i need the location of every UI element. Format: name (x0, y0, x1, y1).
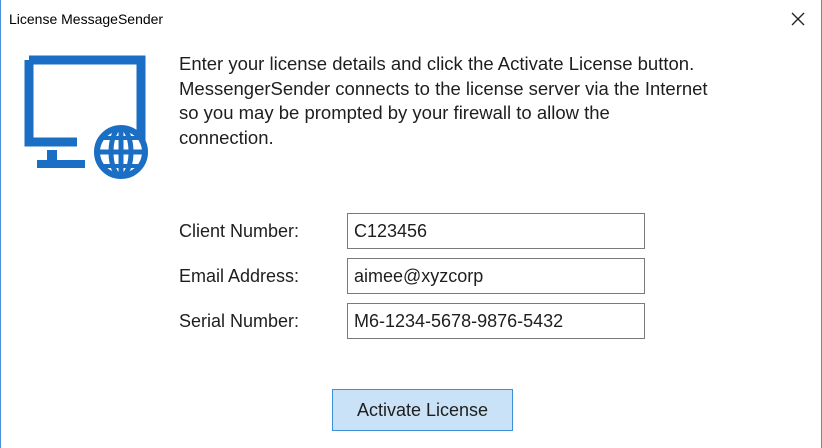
email-address-label: Email Address: (179, 266, 300, 286)
activate-license-button[interactable]: Activate License (332, 389, 513, 431)
license-dialog: License MessageSender Enter your license… (0, 0, 822, 448)
email-address-input[interactable] (347, 258, 645, 294)
client-number-label: Client Number: (179, 221, 300, 241)
window-title: License MessageSender (9, 11, 164, 27)
instructions-line: Enter your license details and click the… (179, 53, 695, 74)
serial-number-label: Serial Number: (179, 311, 300, 331)
client-number-input[interactable] (347, 213, 645, 249)
instructions-line: MessengerSender connects to the license … (179, 77, 708, 99)
instructions-text: Enter your license details and click the… (179, 52, 799, 150)
instructions-line: so you may be prompted by your firewall … (179, 102, 610, 123)
close-icon (791, 12, 805, 26)
serial-number-input[interactable] (347, 303, 645, 339)
close-button[interactable] (775, 0, 821, 38)
monitor-globe-icon (24, 55, 148, 179)
title-bar: License MessageSender (1, 0, 821, 38)
instructions-line: connection. (179, 126, 274, 148)
